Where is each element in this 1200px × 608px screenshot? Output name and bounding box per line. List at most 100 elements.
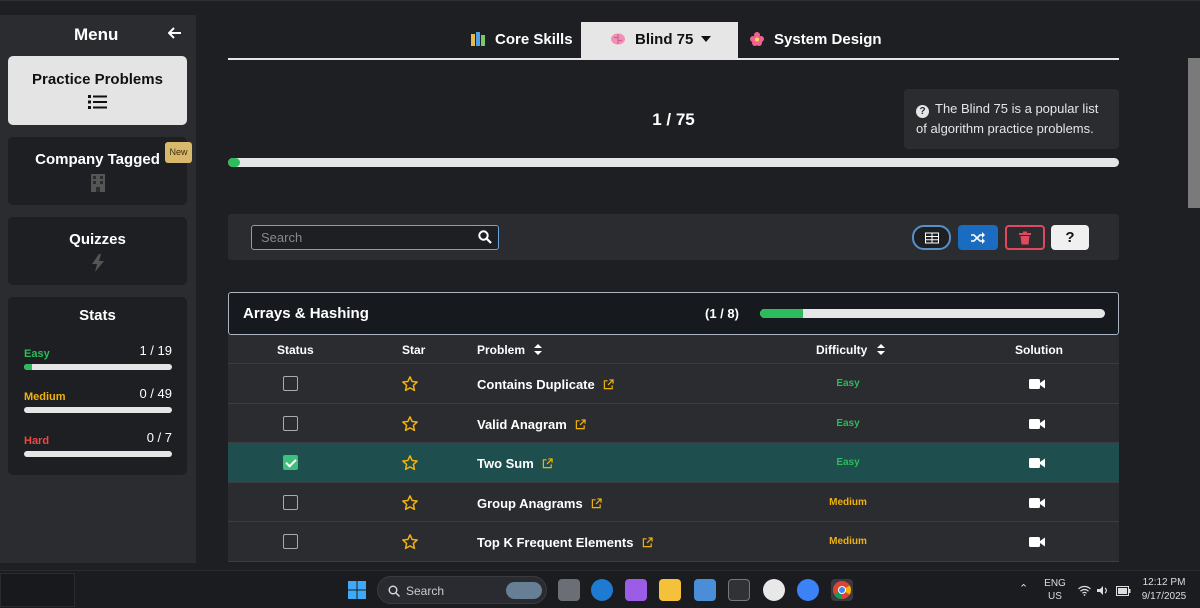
difficulty-label: Medium: [829, 536, 867, 547]
chrome-browser-icon[interactable]: [831, 579, 853, 601]
search-icon: [388, 584, 400, 597]
video-icon[interactable]: [1029, 496, 1045, 508]
problem-name: Two Sum: [477, 456, 534, 471]
stat-progress-fill: [24, 364, 32, 370]
volume-icon[interactable]: [1097, 583, 1109, 601]
section-arrays-hashing[interactable]: Arrays & Hashing (1 / 8): [228, 292, 1119, 335]
problem-link[interactable]: Two Sum: [477, 456, 553, 471]
problem-toolbar: ?: [228, 214, 1119, 260]
sidebar: Menu Practice Problems Company Tagged Ne…: [0, 15, 196, 563]
wifi-icon[interactable]: [1078, 583, 1091, 601]
question-circle-icon: ?: [916, 105, 929, 118]
tab-label: System Design: [774, 31, 882, 48]
sidebar-item-company-tagged[interactable]: Company Tagged New: [8, 137, 192, 205]
sort-icon: [534, 344, 543, 355]
reset-progress-button[interactable]: [1005, 225, 1045, 250]
problem-link[interactable]: Top K Frequent Elements: [477, 535, 653, 550]
store-icon[interactable]: [694, 579, 716, 601]
video-icon[interactable]: [1029, 417, 1045, 429]
edge-browser-icon[interactable]: [591, 579, 613, 601]
terminal-icon[interactable]: [728, 579, 750, 601]
header-difficulty[interactable]: Difficulty: [816, 343, 885, 357]
header-status: Status: [277, 343, 314, 357]
problem-name: Group Anagrams: [477, 495, 583, 511]
header-star: Star: [402, 343, 426, 357]
header-label: Problem: [477, 343, 526, 357]
stat-value: 0 / 7: [146, 430, 172, 445]
tab-core-skills[interactable]: Core Skills: [471, 22, 573, 58]
star-icon[interactable]: [401, 415, 419, 433]
info-box: ? The Blind 75 is a popular list of algor…: [904, 89, 1119, 149]
star-icon[interactable]: [401, 533, 419, 551]
stat-easy: Easy 1 / 19: [24, 343, 172, 370]
chevron-down-icon: [701, 36, 712, 42]
search-input[interactable]: [252, 226, 472, 249]
sidebar-item-practice-problems[interactable]: Practice Problems: [8, 56, 187, 125]
status-checkbox[interactable]: [283, 534, 298, 549]
tab-label: Blind 75: [635, 31, 694, 48]
copilot-icon[interactable]: [625, 579, 647, 601]
video-icon[interactable]: [1029, 456, 1045, 468]
taskbar-search[interactable]: Search: [377, 576, 547, 604]
shuffle-icon: [971, 231, 985, 244]
file-explorer-icon[interactable]: [659, 579, 681, 601]
stat-medium: Medium 0 / 49: [24, 386, 172, 413]
collapse-arrow-icon[interactable]: [167, 26, 182, 45]
external-link-icon: [603, 379, 614, 390]
external-link-icon: [642, 537, 653, 548]
table-row: Valid Anagram Easy: [228, 403, 1119, 443]
difficulty-label: Medium: [829, 496, 867, 508]
list-icon: [8, 94, 187, 115]
external-link-icon: [591, 497, 602, 508]
star-icon[interactable]: [401, 494, 419, 512]
difficulty-label: Easy: [836, 417, 860, 429]
table-view-button[interactable]: [912, 225, 951, 250]
tab-system-design[interactable]: System Design: [750, 22, 882, 58]
table-body: Contains Duplicate Easy Valid Anagram Ea…: [228, 364, 1119, 562]
status-checkbox[interactable]: [283, 376, 298, 391]
menu-header: Menu: [0, 25, 196, 47]
app-store-icon[interactable]: [797, 579, 819, 601]
table-icon: [924, 232, 939, 243]
star-icon[interactable]: [401, 375, 419, 393]
task-view-icon[interactable]: [558, 579, 580, 601]
tab-blind-75[interactable]: Blind 75: [581, 22, 738, 58]
overall-progress-fill: [228, 158, 240, 167]
header-problem[interactable]: Problem: [477, 343, 543, 357]
stat-label: Easy: [24, 348, 50, 360]
menu-title: Menu: [74, 25, 119, 44]
stat-value: 0 / 49: [139, 386, 172, 401]
taskbar-search-label: Search: [406, 584, 445, 598]
video-icon[interactable]: [1029, 377, 1045, 389]
lang-bottom: US: [1048, 591, 1062, 602]
sidebar-item-label: Company Tagged: [35, 151, 160, 168]
status-checkbox[interactable]: [283, 494, 298, 510]
section-progress-bar: [760, 309, 1105, 318]
section-title: Arrays & Hashing: [243, 305, 369, 322]
status-checkbox[interactable]: [283, 455, 298, 470]
problem-table: Status Star Problem Difficulty Solution …: [228, 335, 1119, 562]
table-header: Status Star Problem Difficulty Solution: [228, 335, 1119, 364]
table-row: Contains Duplicate Easy: [228, 364, 1119, 404]
stat-value: 1 / 19: [139, 343, 172, 358]
star-icon[interactable]: [401, 454, 419, 472]
shuffle-button[interactable]: [958, 225, 998, 250]
search-highlight-icon: [506, 582, 542, 599]
sidebar-item-quizzes[interactable]: Quizzes: [8, 217, 187, 285]
page-scrollbar[interactable]: [1188, 58, 1200, 208]
clock-app-icon[interactable]: [763, 579, 785, 601]
problem-link[interactable]: Group Anagrams: [477, 496, 602, 511]
video-icon[interactable]: [1029, 535, 1045, 547]
section-count: (1 / 8): [705, 306, 739, 321]
chevron-up-icon[interactable]: ⌃: [1019, 582, 1028, 595]
search-icon[interactable]: [478, 230, 492, 244]
status-checkbox[interactable]: [283, 415, 298, 431]
brain-icon: [611, 24, 625, 45]
help-button[interactable]: ?: [1051, 225, 1089, 250]
problem-link[interactable]: Valid Anagram: [477, 417, 586, 432]
stats-panel: Stats Easy 1 / 19 Medium 0 / 49 Hard 0 /…: [8, 297, 187, 475]
problem-link[interactable]: Contains Duplicate: [477, 377, 614, 392]
taskbar-widget-area[interactable]: [0, 573, 75, 607]
windows-start-icon[interactable]: [348, 581, 366, 599]
battery-icon[interactable]: [1116, 583, 1131, 601]
